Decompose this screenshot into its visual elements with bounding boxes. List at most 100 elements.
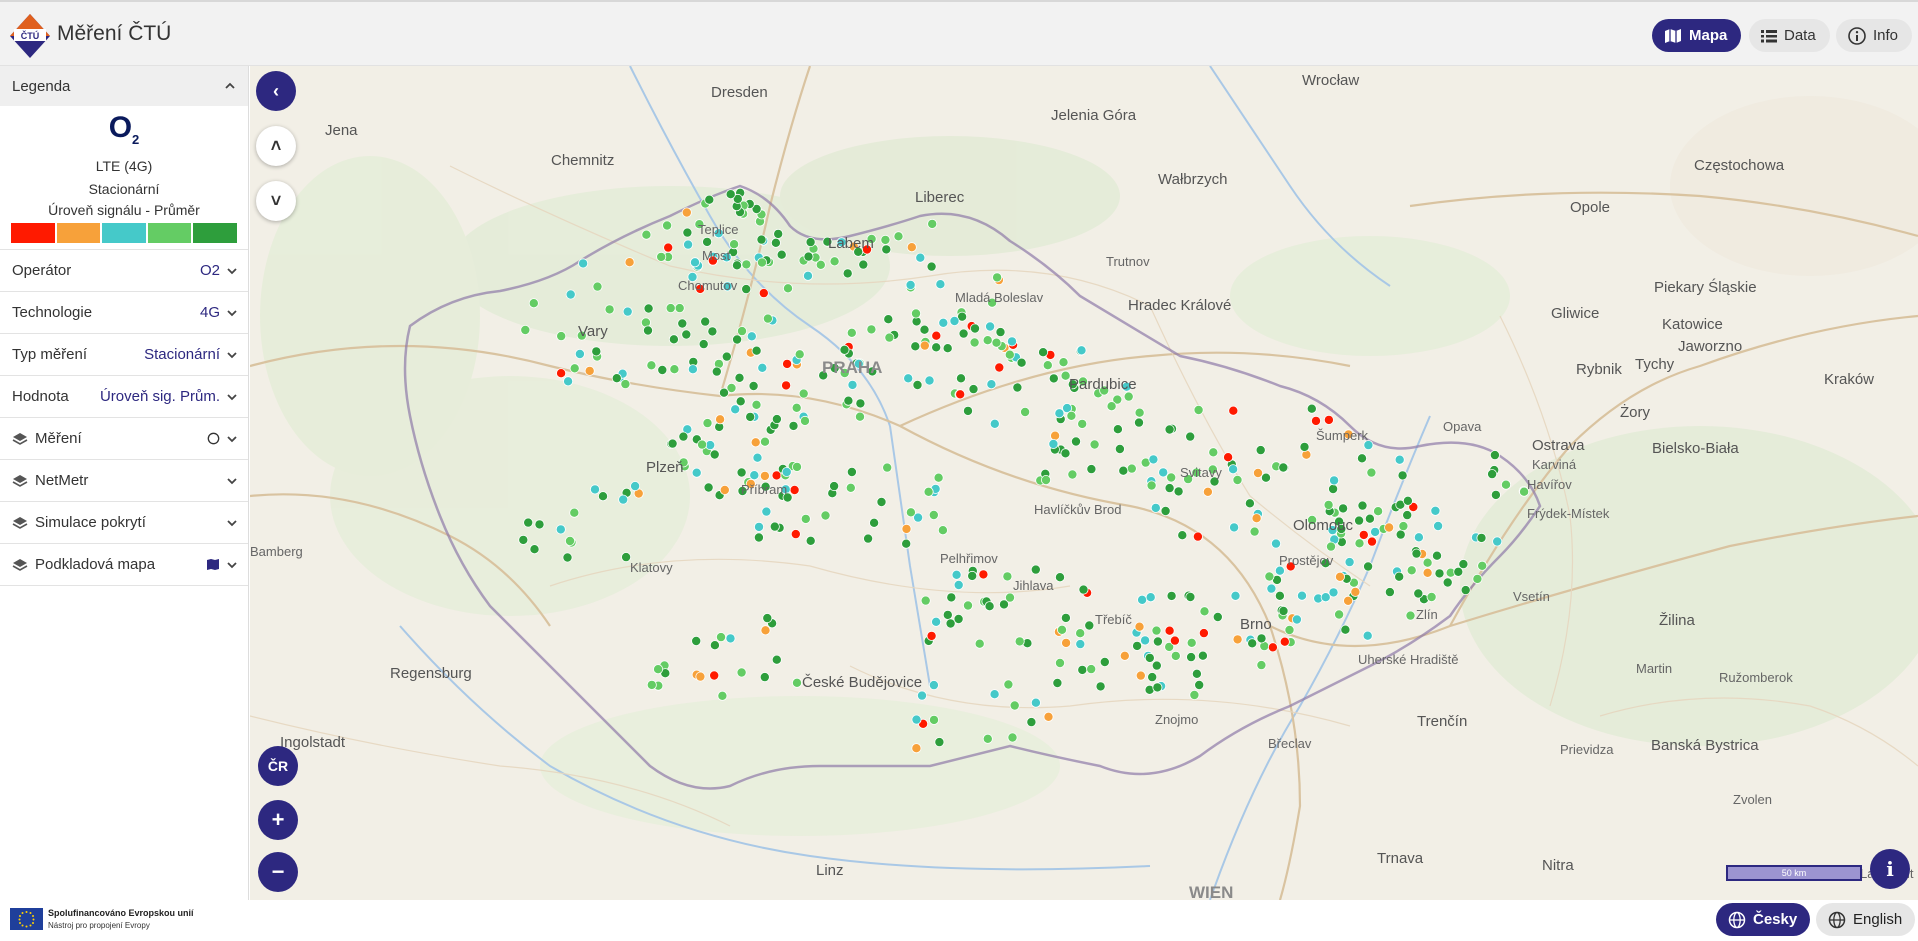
measurement-point[interactable] <box>523 517 534 528</box>
measurement-point[interactable] <box>1367 536 1378 547</box>
measurement-point[interactable] <box>1370 526 1381 537</box>
measurement-point[interactable] <box>845 482 856 493</box>
measurement-point[interactable] <box>584 365 595 376</box>
measurement-point[interactable] <box>1492 536 1503 547</box>
measurement-point[interactable] <box>1422 557 1433 568</box>
measurement-point[interactable] <box>1358 529 1369 540</box>
measurement-point[interactable] <box>1320 592 1331 603</box>
measurement-point[interactable] <box>1030 564 1041 575</box>
measurement-point[interactable] <box>771 654 782 665</box>
measurement-point[interactable] <box>528 298 539 309</box>
measurement-point[interactable] <box>893 231 904 242</box>
filter-value[interactable]: Hodnota Úroveň sig. Prům. <box>0 376 248 418</box>
measurement-point[interactable] <box>926 630 937 641</box>
measurement-point[interactable] <box>759 470 770 481</box>
measurement-point[interactable] <box>855 411 866 422</box>
measurement-point[interactable] <box>753 521 764 532</box>
measurement-point[interactable] <box>986 379 997 390</box>
measurement-point[interactable] <box>719 484 730 495</box>
measurement-point[interactable] <box>760 625 771 636</box>
measurement-point[interactable] <box>669 364 680 375</box>
measurement-point[interactable] <box>791 402 802 413</box>
measurement-point[interactable] <box>1432 550 1443 561</box>
measurement-point[interactable] <box>518 534 529 545</box>
measurement-point[interactable] <box>1177 530 1188 541</box>
measurement-point[interactable] <box>931 342 942 353</box>
measurement-point[interactable] <box>700 316 711 327</box>
measurement-point[interactable] <box>901 538 912 549</box>
measurement-point[interactable] <box>1402 510 1413 521</box>
measurement-point[interactable] <box>1106 401 1117 412</box>
measurement-point[interactable] <box>1487 469 1498 480</box>
measurement-point[interactable] <box>682 227 693 238</box>
measurement-point[interactable] <box>970 323 981 334</box>
measurement-point[interactable] <box>1166 472 1177 483</box>
nav-info-button[interactable]: Info <box>1836 19 1913 52</box>
measurement-point[interactable] <box>1490 489 1501 500</box>
measurement-point[interactable] <box>846 327 857 338</box>
measurement-point[interactable] <box>611 373 622 384</box>
measurement-point[interactable] <box>1413 532 1424 543</box>
measurement-point[interactable] <box>630 481 641 492</box>
measurement-point[interactable] <box>1354 515 1365 526</box>
measurement-point[interactable] <box>745 411 756 422</box>
measurement-point[interactable] <box>1426 592 1437 603</box>
measurement-point[interactable] <box>624 257 635 268</box>
measurement-point[interactable] <box>529 544 540 555</box>
measurement-point[interactable] <box>1058 357 1069 368</box>
measurement-point[interactable] <box>839 344 850 355</box>
measurement-point[interactable] <box>1150 502 1161 513</box>
measurement-point[interactable] <box>715 632 726 643</box>
measurement-point[interactable] <box>1364 513 1375 524</box>
measurement-point[interactable] <box>1278 462 1289 473</box>
measurement-point[interactable] <box>751 399 762 410</box>
measurement-point[interactable] <box>1164 483 1175 494</box>
measurement-point[interactable] <box>1434 568 1445 579</box>
measurement-point[interactable] <box>589 484 600 495</box>
measurement-point[interactable] <box>789 484 800 495</box>
measurement-point[interactable] <box>1266 583 1277 594</box>
measurement-point[interactable] <box>846 466 857 477</box>
measurement-point[interactable] <box>1357 500 1368 511</box>
measurement-point[interactable] <box>1038 347 1049 358</box>
measurement-point[interactable] <box>695 671 706 682</box>
measurement-point[interactable] <box>709 449 720 460</box>
measurement-point[interactable] <box>794 349 805 360</box>
layer-base-map[interactable]: Podkladová mapa <box>0 544 248 586</box>
measurement-point[interactable] <box>1405 610 1416 621</box>
measurement-point[interactable] <box>953 580 964 591</box>
measurement-point[interactable] <box>955 389 966 400</box>
measurement-point[interactable] <box>1057 624 1068 635</box>
measurement-point[interactable] <box>761 506 772 517</box>
measurement-point[interactable] <box>781 466 792 477</box>
measurement-point[interactable] <box>989 689 1000 700</box>
measurement-point[interactable] <box>1160 505 1171 516</box>
measurement-point[interactable] <box>1343 595 1354 606</box>
measurement-point[interactable] <box>734 372 745 383</box>
measurement-point[interactable] <box>1086 664 1097 675</box>
language-english-button[interactable]: English <box>1816 903 1916 936</box>
measurement-point[interactable] <box>803 270 814 281</box>
measurement-point[interactable] <box>731 260 742 271</box>
filter-operator[interactable]: Operátor O2 <box>0 250 248 292</box>
measurement-point[interactable] <box>1066 410 1077 421</box>
measurement-point[interactable] <box>711 366 722 377</box>
measurement-point[interactable] <box>1152 636 1163 647</box>
measurement-point[interactable] <box>1297 590 1308 601</box>
measurement-point[interactable] <box>927 218 938 229</box>
measurement-point[interactable] <box>792 677 803 688</box>
language-czech-button[interactable]: Česky <box>1716 903 1811 936</box>
measurement-point[interactable] <box>1433 520 1444 531</box>
measurement-point[interactable] <box>1291 614 1302 625</box>
measurement-point[interactable] <box>1114 443 1125 454</box>
measurement-point[interactable] <box>1460 585 1471 596</box>
measurement-point[interactable] <box>829 256 840 267</box>
measurement-point[interactable] <box>905 507 916 518</box>
measurement-point[interactable] <box>1004 349 1015 360</box>
measurement-point[interactable] <box>1255 445 1266 456</box>
measurement-point[interactable] <box>677 318 688 329</box>
measurement-point[interactable] <box>667 438 678 449</box>
measurement-point[interactable] <box>917 690 928 701</box>
measurement-point[interactable] <box>578 258 589 269</box>
measurement-point[interactable] <box>910 341 921 352</box>
